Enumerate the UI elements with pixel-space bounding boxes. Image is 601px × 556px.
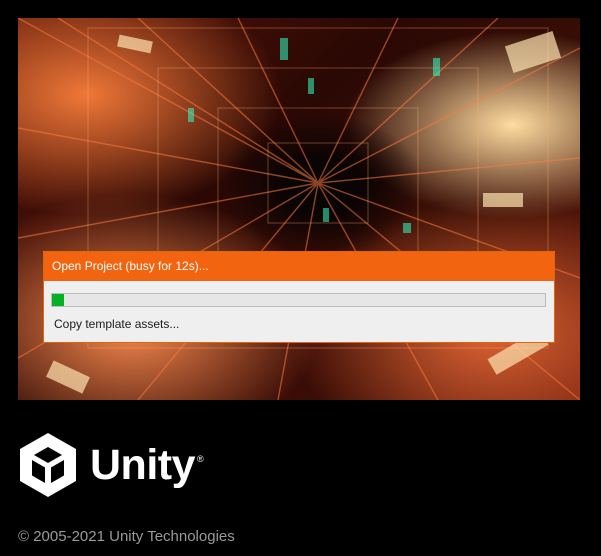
- status-text: Copy template assets...: [54, 317, 180, 331]
- progress-bar-fill: [52, 294, 64, 306]
- unity-logo: Unity ®: [18, 432, 204, 498]
- dialog-title: Open Project (busy for 12s)...: [44, 252, 554, 281]
- registered-mark: ®: [197, 454, 204, 464]
- progress-bar: [51, 293, 546, 307]
- progress-dialog: Open Project (busy for 12s)... Copy temp…: [43, 251, 555, 343]
- copyright-text: © 2005-2021 Unity Technologies: [18, 528, 235, 545]
- unity-cube-icon: [20, 433, 76, 497]
- unity-wordmark: Unity: [90, 440, 196, 489]
